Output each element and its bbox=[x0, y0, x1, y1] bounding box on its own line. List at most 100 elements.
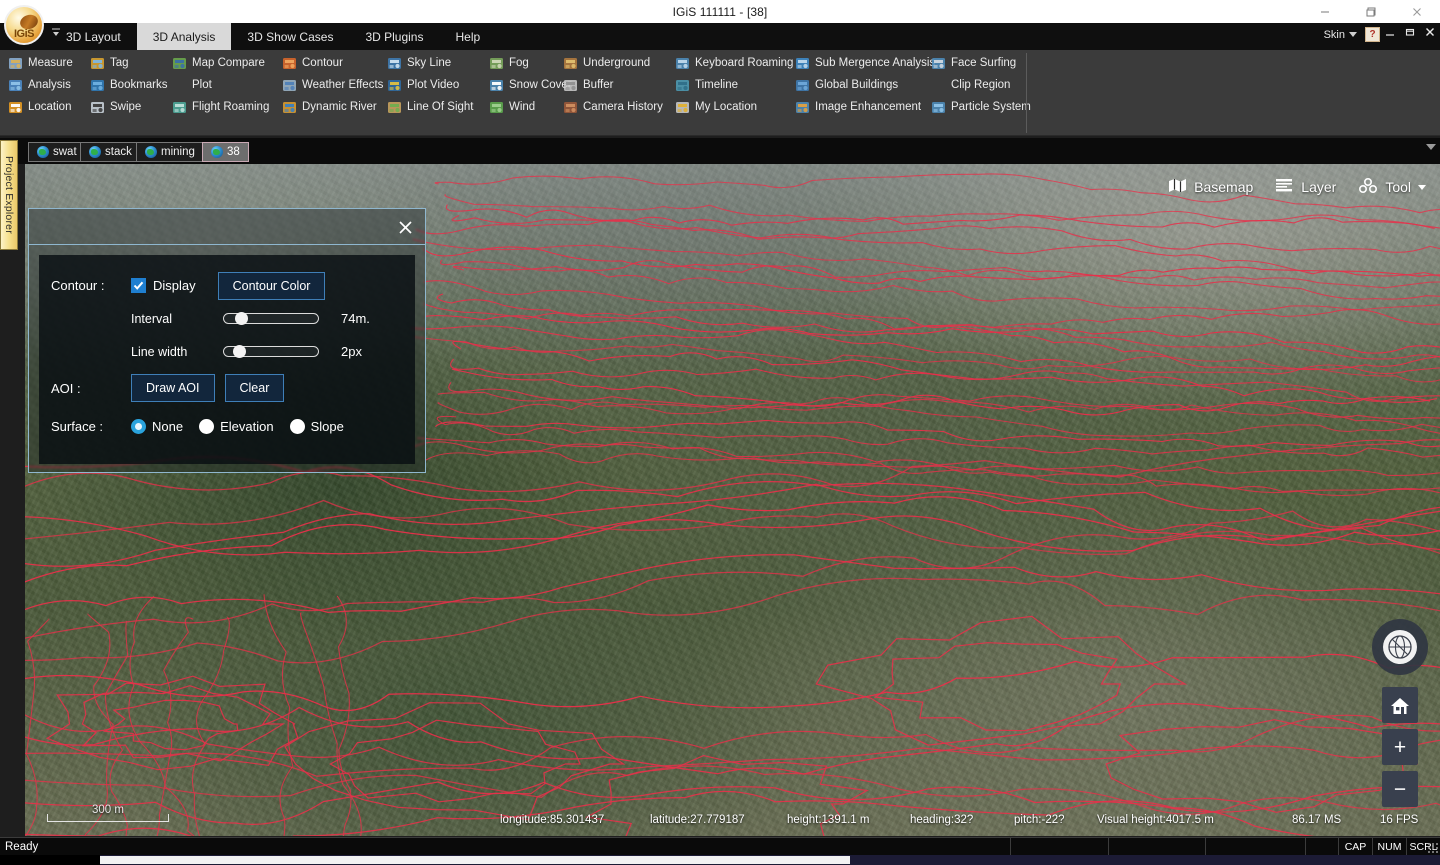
ribbon-item-analysis[interactable]: Analysis bbox=[8, 74, 90, 96]
status-bar-divider-1 bbox=[1108, 838, 1109, 856]
ribbon-item-label: Flight Roaming bbox=[192, 101, 270, 113]
surface-option-elevation-label: Elevation bbox=[220, 418, 274, 434]
ribbon-item-keyboard-roaming[interactable]: Keyboard Roaming bbox=[675, 52, 795, 74]
ribbon-item-wind[interactable]: Wind bbox=[489, 96, 563, 118]
taskbar-window-strip bbox=[100, 856, 850, 864]
dynamic-river-icon bbox=[282, 100, 297, 115]
ribbon-item-plot-video[interactable]: Plot Video bbox=[387, 74, 489, 96]
ribbon-item-label: Sky Line bbox=[407, 57, 452, 69]
resize-grip-icon[interactable] bbox=[1427, 842, 1439, 854]
ribbon-item-plot[interactable]: Plot bbox=[172, 74, 282, 96]
ribbon-item-underground[interactable]: Underground bbox=[563, 52, 675, 74]
zoom-out-button[interactable]: − bbox=[1382, 771, 1418, 807]
contour-display-row: Contour : Display Contour Color bbox=[51, 269, 403, 302]
clear-button[interactable]: Clear bbox=[224, 374, 285, 402]
map-tool-layer[interactable]: Layer bbox=[1275, 178, 1336, 196]
title-bar: IGiS 111111 - [38] bbox=[0, 0, 1440, 23]
ribbon-restore-button[interactable] bbox=[1404, 26, 1416, 41]
ribbon-item-fog[interactable]: Fog bbox=[489, 52, 563, 74]
contour-dialog[interactable]: Contour : Display Contour Color Interval… bbox=[28, 208, 426, 473]
surface-option-none[interactable]: None bbox=[131, 418, 183, 434]
tab-3d-layout[interactable]: 3D Layout bbox=[50, 23, 137, 50]
ribbon-item-label: Clip Region bbox=[951, 79, 1011, 91]
ribbon-item-label: Buffer bbox=[583, 79, 614, 91]
ribbon-item-image-enhancement[interactable]: Image Enhancement bbox=[795, 96, 931, 118]
ribbon-item-label: Timeline bbox=[695, 79, 739, 91]
surface-option-slope[interactable]: Slope bbox=[289, 418, 344, 434]
ribbon-group-separator bbox=[1026, 53, 1027, 133]
ribbon-item-tag[interactable]: Tag bbox=[90, 52, 172, 74]
ribbon-item-timeline[interactable]: Timeline bbox=[675, 74, 795, 96]
ribbon-item-label: Plot bbox=[192, 79, 212, 91]
line-width-slider-handle[interactable] bbox=[233, 345, 247, 358]
tab-3d-show-cases[interactable]: 3D Show Cases bbox=[231, 23, 349, 50]
tab-3d-analysis[interactable]: 3D Analysis bbox=[136, 23, 232, 50]
ribbon-item-contour[interactable]: Contour bbox=[282, 52, 387, 74]
wind-icon bbox=[489, 100, 504, 115]
ribbon-item-dynamic-river[interactable]: Dynamic River bbox=[282, 96, 387, 118]
ribbon-item-sky-line[interactable]: Sky Line bbox=[387, 52, 489, 74]
surface-option-elevation[interactable]: Elevation bbox=[199, 418, 274, 434]
map-status-field-2: height:1391.1 m bbox=[787, 814, 870, 826]
ribbon-item-weather-effects[interactable]: Weather Effects bbox=[282, 74, 387, 96]
window-close-button[interactable] bbox=[1394, 0, 1440, 23]
interval-row: Interval 74m. bbox=[51, 302, 403, 335]
document-tab-38[interactable]: 38 bbox=[202, 142, 249, 162]
interval-slider-handle[interactable] bbox=[234, 312, 248, 325]
draw-aoi-button[interactable]: Draw AOI bbox=[131, 374, 215, 402]
ribbon-item-snow-cover[interactable]: Snow Cover bbox=[489, 74, 572, 96]
menu-bar: IGiS 3D Layout 3D Analysis 3D Show Cases… bbox=[0, 5, 1440, 50]
tab-help[interactable]: Help bbox=[439, 23, 496, 50]
ribbon-item-bookmarks[interactable]: Bookmarks bbox=[90, 74, 172, 96]
map-status-field-1: latitude:27.779187 bbox=[650, 814, 745, 826]
line-of-sight-icon bbox=[387, 100, 402, 115]
document-tab-swat[interactable]: swat bbox=[28, 142, 86, 162]
ribbon-item-line-of-sight[interactable]: Line Of Sight bbox=[387, 96, 489, 118]
tab-scroll-down-icon[interactable] bbox=[1426, 144, 1436, 150]
ribbon-column-7: Keyboard Roaming Timeline My Location bbox=[675, 52, 795, 118]
ribbon-item-flight-roaming[interactable]: Flight Roaming bbox=[172, 96, 282, 118]
window-title: IGiS 111111 - [38] bbox=[672, 4, 768, 19]
contour-color-button[interactable]: Contour Color bbox=[217, 271, 326, 300]
ribbon-item-particle-system[interactable]: Particle System bbox=[931, 96, 1036, 118]
ribbon-item-face-surfing[interactable]: Face Surfing bbox=[931, 52, 1036, 74]
window-minimize-button[interactable] bbox=[1302, 0, 1348, 23]
close-icon[interactable] bbox=[395, 217, 415, 237]
ribbon-item-clip-region[interactable]: Clip Region bbox=[931, 74, 1036, 96]
line-width-value: 2px bbox=[341, 344, 362, 359]
ribbon-item-location[interactable]: Location bbox=[8, 96, 90, 118]
map-tool-basemap[interactable]: Basemap bbox=[1168, 178, 1253, 196]
contour-dialog-titlebar bbox=[29, 209, 425, 245]
map-tool-tool[interactable]: Tool bbox=[1358, 177, 1426, 196]
interval-slider[interactable] bbox=[223, 312, 319, 325]
ribbon-item-global-buildings[interactable]: Global Buildings bbox=[795, 74, 931, 96]
document-tab-stack[interactable]: stack bbox=[80, 142, 141, 162]
compass-icon[interactable] bbox=[1372, 619, 1428, 675]
zoom-in-button[interactable]: + bbox=[1382, 729, 1418, 765]
ribbon-item-map-compare[interactable]: Map Compare bbox=[172, 52, 282, 74]
skin-selector[interactable]: Skin ? bbox=[1324, 27, 1380, 42]
compass-inner bbox=[1383, 630, 1417, 664]
ribbon-item-sub-mergence-analysis[interactable]: Sub Mergence Analysis bbox=[795, 52, 935, 74]
ribbon-item-buffer[interactable]: Buffer bbox=[563, 74, 675, 96]
ribbon-item-swipe[interactable]: Swipe bbox=[90, 96, 172, 118]
map-status-field-7: 16 FPS bbox=[1380, 814, 1419, 826]
ribbon-item-my-location[interactable]: My Location bbox=[675, 96, 795, 118]
line-width-slider[interactable] bbox=[223, 345, 319, 358]
document-tab-label: swat bbox=[53, 146, 77, 158]
ribbon-item-measure[interactable]: Measure bbox=[8, 52, 90, 74]
help-button[interactable]: ? bbox=[1365, 27, 1380, 42]
document-tab-mining[interactable]: mining bbox=[136, 142, 204, 162]
ribbon-minimize-button[interactable] bbox=[1384, 26, 1396, 41]
ribbon-item-camera-history[interactable]: Camera History bbox=[563, 96, 675, 118]
flight-roaming-icon bbox=[172, 100, 187, 115]
tab-3d-plugins[interactable]: 3D Plugins bbox=[349, 23, 439, 50]
status-bar-divider-2 bbox=[1205, 838, 1206, 856]
ribbon-close-button[interactable] bbox=[1424, 26, 1436, 41]
app-logo-icon[interactable]: IGiS bbox=[4, 5, 44, 45]
display-checkbox[interactable] bbox=[131, 278, 146, 293]
project-explorer-tab[interactable]: Project Explorer bbox=[0, 140, 18, 250]
home-icon[interactable] bbox=[1382, 687, 1418, 723]
sub-mergence-analysis-icon bbox=[795, 56, 810, 71]
window-maximize-button[interactable] bbox=[1348, 0, 1394, 23]
